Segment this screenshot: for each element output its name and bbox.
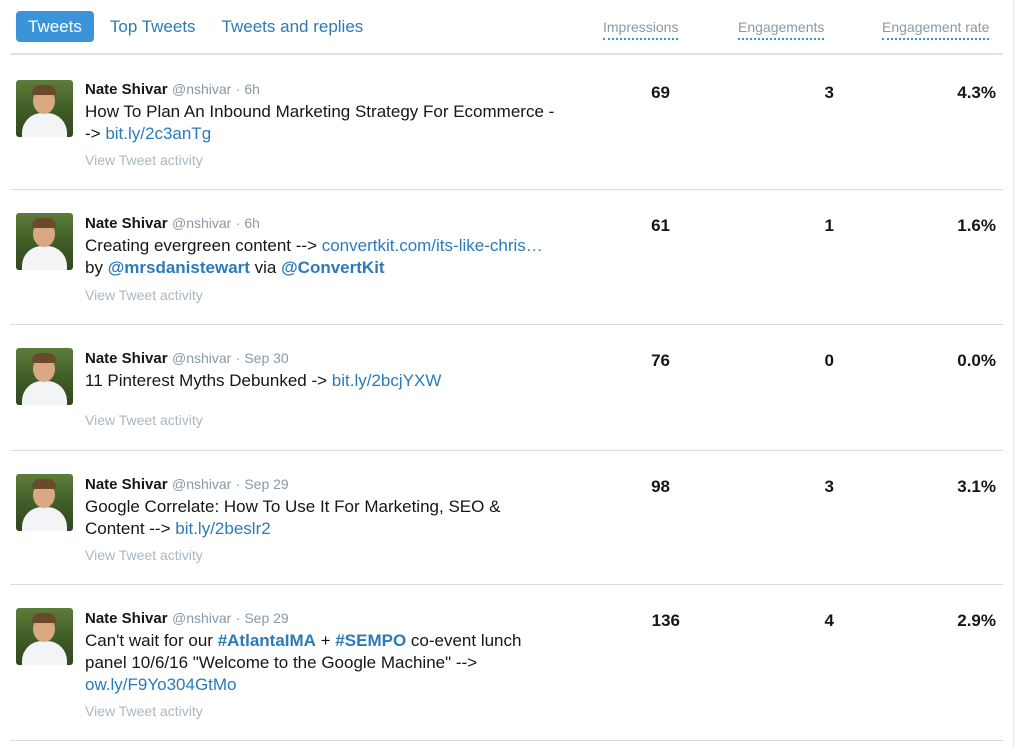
author-handle[interactable]: @nshivar xyxy=(172,350,231,366)
tweet-hashtag[interactable]: #AtlantaIMA xyxy=(218,631,316,650)
tweet-row: Nate Shivar @nshivar · Sep 30 11 Pintere… xyxy=(10,325,1003,451)
tweet-content: Nate Shivar @nshivar · Sep 29 Google Cor… xyxy=(85,476,555,540)
tweet-row: Nate Shivar @nshivar · Sep 29 Google Cor… xyxy=(10,451,1003,585)
tweet-content: Nate Shivar @nshivar · 6h How To Plan An… xyxy=(85,81,555,145)
tweet-text: 11 Pinterest Myths Debunked -> bit.ly/2b… xyxy=(85,370,555,392)
tab-top-tweets[interactable]: Top Tweets xyxy=(98,11,208,42)
tab-tweets-and-replies[interactable]: Tweets and replies xyxy=(210,11,376,42)
tweet-hashtag[interactable]: #SEMPO xyxy=(335,631,406,650)
author-name[interactable]: Nate Shivar xyxy=(85,350,168,367)
tweet-text: How To Plan An Inbound Marketing Strateg… xyxy=(85,101,555,145)
tweet-text-segment: Can't wait for our xyxy=(85,631,218,650)
tweet-link[interactable]: bit.ly/2beslr2 xyxy=(175,519,270,538)
tweet-link[interactable]: convertkit.com/its-like-chris… xyxy=(322,236,543,255)
author-name[interactable]: Nate Shivar xyxy=(85,215,168,232)
author-name[interactable]: Nate Shivar xyxy=(85,476,168,493)
tweet-text-segment: by xyxy=(85,258,108,277)
tweet-content: Nate Shivar @nshivar · Sep 30 11 Pintere… xyxy=(85,350,555,392)
engagements-value: 0 xyxy=(824,351,834,370)
author-handle[interactable]: @nshivar xyxy=(172,610,231,626)
tab-tweets[interactable]: Tweets xyxy=(16,11,94,42)
tweet-mention[interactable]: @mrsdanistewart xyxy=(108,258,250,277)
tweet-text: Creating evergreen content --> convertki… xyxy=(85,235,555,279)
tweet-row: Nate Shivar @nshivar · Sep 29 Can't wait… xyxy=(10,585,1003,741)
tweet-text-segment: 11 Pinterest Myths Debunked -> xyxy=(85,371,332,390)
avatar[interactable] xyxy=(16,608,73,665)
impressions-value: 76 xyxy=(651,351,670,370)
panel-border xyxy=(1013,0,1014,748)
engagement-rate-value: 2.9% xyxy=(957,611,996,630)
view-tweet-activity-link[interactable]: View Tweet activity xyxy=(85,412,203,428)
view-tweet-activity-link[interactable]: View Tweet activity xyxy=(85,152,203,168)
tweet-link[interactable]: bit.ly/2c3anTg xyxy=(105,124,211,143)
view-tweet-activity-link[interactable]: View Tweet activity xyxy=(85,287,203,303)
impressions-column-header[interactable]: Impressions xyxy=(603,19,679,40)
impressions-value: 98 xyxy=(651,477,670,496)
tweet-content: Nate Shivar @nshivar · 6h Creating everg… xyxy=(85,215,555,279)
avatar[interactable] xyxy=(16,213,73,270)
author-name[interactable]: Nate Shivar xyxy=(85,81,168,98)
tweet-text-segment: Creating evergreen content --> xyxy=(85,236,322,255)
engagement-rate-value: 1.6% xyxy=(957,216,996,235)
tweet-content: Nate Shivar @nshivar · Sep 29 Can't wait… xyxy=(85,610,555,696)
author-name[interactable]: Nate Shivar xyxy=(85,610,168,627)
view-tweet-activity-link[interactable]: View Tweet activity xyxy=(85,547,203,563)
avatar[interactable] xyxy=(16,348,73,405)
tweet-time[interactable]: · Sep 29 xyxy=(236,476,289,492)
tweet-link[interactable]: bit.ly/2bcjYXW xyxy=(332,371,442,390)
tweet-text: Can't wait for our #AtlantaIMA + #SEMPO … xyxy=(85,630,555,696)
engagement-rate-value: 3.1% xyxy=(957,477,996,496)
avatar[interactable] xyxy=(16,80,73,137)
impressions-value: 136 xyxy=(651,611,680,630)
tweet-text-segment: via xyxy=(249,258,282,277)
engagements-value: 1 xyxy=(824,216,834,235)
author-handle[interactable]: @nshivar xyxy=(172,81,231,97)
tweet-mention[interactable]: @ConvertKit xyxy=(281,258,384,277)
engagements-value: 4 xyxy=(824,611,834,630)
avatar[interactable] xyxy=(16,474,73,531)
impressions-value: 61 xyxy=(651,216,670,235)
tab-bar: Tweets Top Tweets Tweets and replies xyxy=(16,11,377,42)
tweet-time[interactable]: · 6h xyxy=(236,81,260,97)
engagement-rate-value: 0.0% xyxy=(957,351,996,370)
tweet-row: Nate Shivar @nshivar · 6h How To Plan An… xyxy=(10,55,1003,190)
tweet-time[interactable]: · 6h xyxy=(236,215,260,231)
tweet-row: Nate Shivar @nshivar · 6h Creating everg… xyxy=(10,190,1003,325)
tweet-text: Google Correlate: How To Use It For Mark… xyxy=(85,496,555,540)
tweet-time[interactable]: · Sep 29 xyxy=(236,610,289,626)
engagement-rate-column-header[interactable]: Engagement rate xyxy=(882,19,990,40)
engagements-value: 3 xyxy=(824,477,834,496)
engagements-value: 3 xyxy=(824,83,834,102)
tweet-link[interactable]: ow.ly/F9Yo304GtMo xyxy=(85,675,237,694)
tweet-text-segment: Google Correlate: How To Use It For Mark… xyxy=(85,497,501,538)
impressions-value: 69 xyxy=(651,83,670,102)
tweet-text-segment: + xyxy=(315,631,336,650)
author-handle[interactable]: @nshivar xyxy=(172,215,231,231)
author-handle[interactable]: @nshivar xyxy=(172,476,231,492)
engagement-rate-value: 4.3% xyxy=(957,83,996,102)
tweet-time[interactable]: · Sep 30 xyxy=(236,350,289,366)
view-tweet-activity-link[interactable]: View Tweet activity xyxy=(85,703,203,719)
engagements-column-header[interactable]: Engagements xyxy=(738,19,825,40)
